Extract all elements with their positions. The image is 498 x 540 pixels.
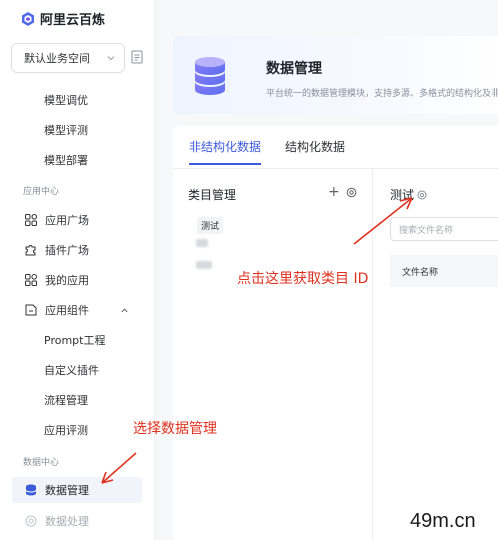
category-panel: 类目管理 + 测试	[173, 169, 373, 540]
tab-structured-data[interactable]: 结构化数据	[285, 138, 345, 165]
brand[interactable]: 阿里云百炼	[20, 9, 105, 28]
puzzle-icon	[25, 245, 36, 256]
workspace-label: 默认业务空间	[24, 52, 90, 65]
nav-label: 数据处理	[45, 515, 89, 528]
section-app-center: 应用中心	[23, 187, 60, 197]
document-icon[interactable]	[131, 50, 143, 64]
section-data-center: 数据中心	[23, 458, 60, 468]
app-name: 阿里云百炼	[40, 13, 106, 28]
nav-label: 插件广场	[45, 244, 89, 257]
nav-label: 模型调优	[44, 94, 88, 107]
blurred-category-item[interactable]	[196, 261, 212, 269]
nav-flow-management[interactable]: 流程管理	[0, 387, 155, 413]
category-item-test[interactable]: 测试	[197, 217, 224, 234]
nav-label: 应用组件	[45, 304, 89, 317]
nav-custom-plugin[interactable]: 自定义插件	[0, 357, 155, 383]
chevron-up-icon	[121, 308, 128, 313]
process-icon	[25, 515, 37, 527]
nav-label: 我的应用	[45, 274, 89, 287]
annotation-arrow-to-data-management	[101, 452, 137, 484]
nav-label: 应用广场	[45, 214, 89, 227]
database-icon	[25, 484, 37, 496]
nav-label: 应用评测	[44, 424, 88, 437]
nav-app-evaluation[interactable]: 应用评测	[0, 417, 155, 443]
nav-app-square[interactable]: 应用广场	[0, 207, 155, 233]
apps-icon	[25, 274, 37, 286]
nav-label: 流程管理	[44, 394, 88, 407]
nav-my-apps[interactable]: 我的应用	[0, 267, 155, 293]
nav-model-evaluation[interactable]: 模型评测	[0, 117, 155, 143]
nav-label: 自定义插件	[44, 364, 99, 377]
nav-model-deployment[interactable]: 模型部署	[0, 147, 155, 173]
add-category-button[interactable]: +	[328, 185, 340, 199]
annotation-arrow-to-id	[353, 197, 413, 245]
tab-unstructured-data[interactable]: 非结构化数据	[189, 138, 262, 165]
grid-icon	[25, 214, 37, 226]
nav-app-components[interactable]: 应用组件	[0, 297, 155, 323]
nav-label: 模型评测	[44, 124, 88, 137]
column-file-name: 文件名称	[402, 267, 439, 278]
bailian-logo-icon	[22, 11, 34, 26]
page-header: 数据管理 平台统一的数据管理模块，支持多源、多格式的结构化及非结构	[173, 36, 498, 114]
watermark: 49m.cn	[410, 510, 476, 532]
database-illustration-icon	[195, 57, 225, 95]
page-title: 数据管理	[266, 61, 322, 77]
nav-plugin-square[interactable]: 插件广场	[0, 237, 155, 263]
nav-model-tuning[interactable]: 模型调优	[0, 87, 155, 113]
category-title: 类目管理	[188, 188, 237, 202]
annotation-get-category-id: 点击这里获取类目 ID	[237, 271, 369, 287]
workspace-select[interactable]: 默认业务空间	[11, 43, 125, 73]
blurred-category-item[interactable]	[196, 239, 208, 247]
data-tabs: 非结构化数据 结构化数据	[189, 138, 345, 165]
component-icon	[25, 304, 37, 316]
file-table-header: 文件名称	[390, 255, 498, 287]
page-description: 平台统一的数据管理模块，支持多源、多格式的结构化及非结构	[266, 89, 498, 99]
nav-label: 数据管理	[45, 484, 89, 497]
chevron-down-icon	[107, 56, 115, 61]
nav-data-processing[interactable]: 数据处理	[0, 508, 155, 534]
nav-label: 模型部署	[44, 154, 88, 167]
annotation-select-data-management: 选择数据管理	[133, 421, 217, 437]
nav-label: Prompt工程	[44, 334, 106, 347]
nav-prompt-engineering[interactable]: Prompt工程	[0, 327, 155, 353]
content-card: 非结构化数据 结构化数据 类目管理 + 测试 测试 搜索文件名称 文件名称	[173, 126, 498, 540]
